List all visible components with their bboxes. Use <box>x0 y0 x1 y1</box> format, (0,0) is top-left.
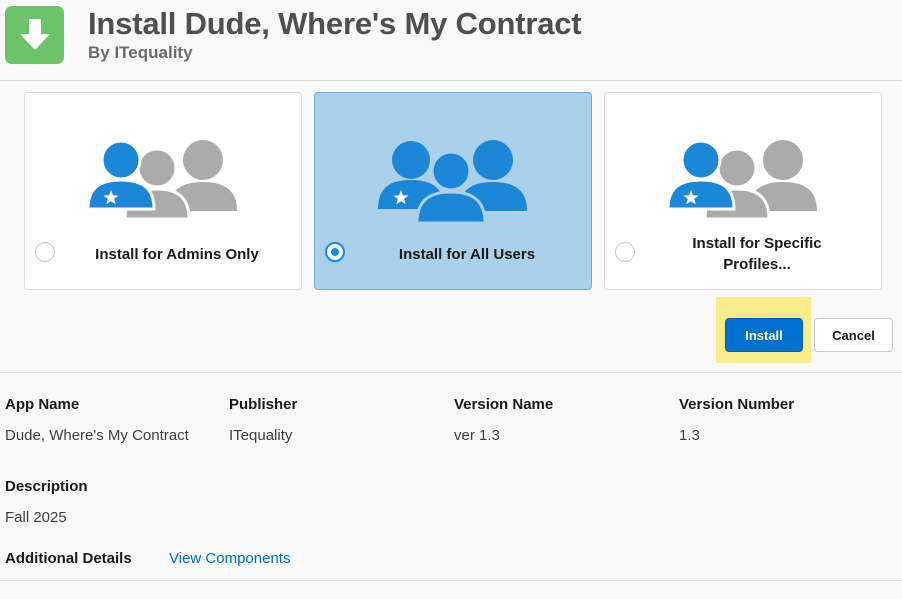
download-arrow-icon <box>5 6 64 64</box>
radio-admins-only[interactable] <box>35 242 55 262</box>
version-name-label: Version Name <box>454 396 554 413</box>
publisher-subtitle: By ITequality <box>88 43 193 62</box>
view-components-link[interactable]: View Components <box>169 550 290 567</box>
cancel-button[interactable]: Cancel <box>814 318 893 352</box>
option-admins-only[interactable]: Install for Admins Only <box>24 92 302 290</box>
actions-divider <box>0 372 902 373</box>
app-name-label: App Name <box>5 396 80 413</box>
version-name-value: ver 1.3 <box>454 427 500 444</box>
version-number-value: 1.3 <box>679 427 700 444</box>
all-users-icon <box>378 140 527 225</box>
option-label-line1: Install for Specific <box>692 235 822 252</box>
install-button[interactable]: Install <box>725 318 803 352</box>
admin-users-icon <box>86 139 237 221</box>
specific-profiles-icon <box>666 139 817 221</box>
radio-specific-profiles[interactable] <box>615 242 635 262</box>
option-label: Install for All Users <box>398 246 536 263</box>
radio-all-users[interactable] <box>325 242 345 262</box>
option-label: Install for Specific Profiles... <box>641 233 873 275</box>
description-label: Description <box>5 478 88 495</box>
additional-details-label: Additional Details <box>5 550 132 567</box>
footer-divider <box>0 580 902 581</box>
option-all-users[interactable]: Install for All Users <box>314 92 592 290</box>
page-header: Install Dude, Where's My Contract By ITe… <box>0 0 902 80</box>
publisher-value: ITequality <box>229 427 293 444</box>
option-label: Install for Admins Only <box>95 246 259 263</box>
description-value: Fall 2025 <box>5 509 67 526</box>
page-title: Install Dude, Where's My Contract <box>88 6 582 41</box>
option-label-line2: Profiles... <box>723 256 791 273</box>
option-specific-profiles[interactable]: Install for Specific Profiles... <box>604 92 882 290</box>
publisher-label: Publisher <box>229 396 298 413</box>
app-name-value: Dude, Where's My Contract <box>5 427 189 444</box>
version-number-label: Version Number <box>679 396 795 413</box>
header-divider <box>0 80 902 81</box>
